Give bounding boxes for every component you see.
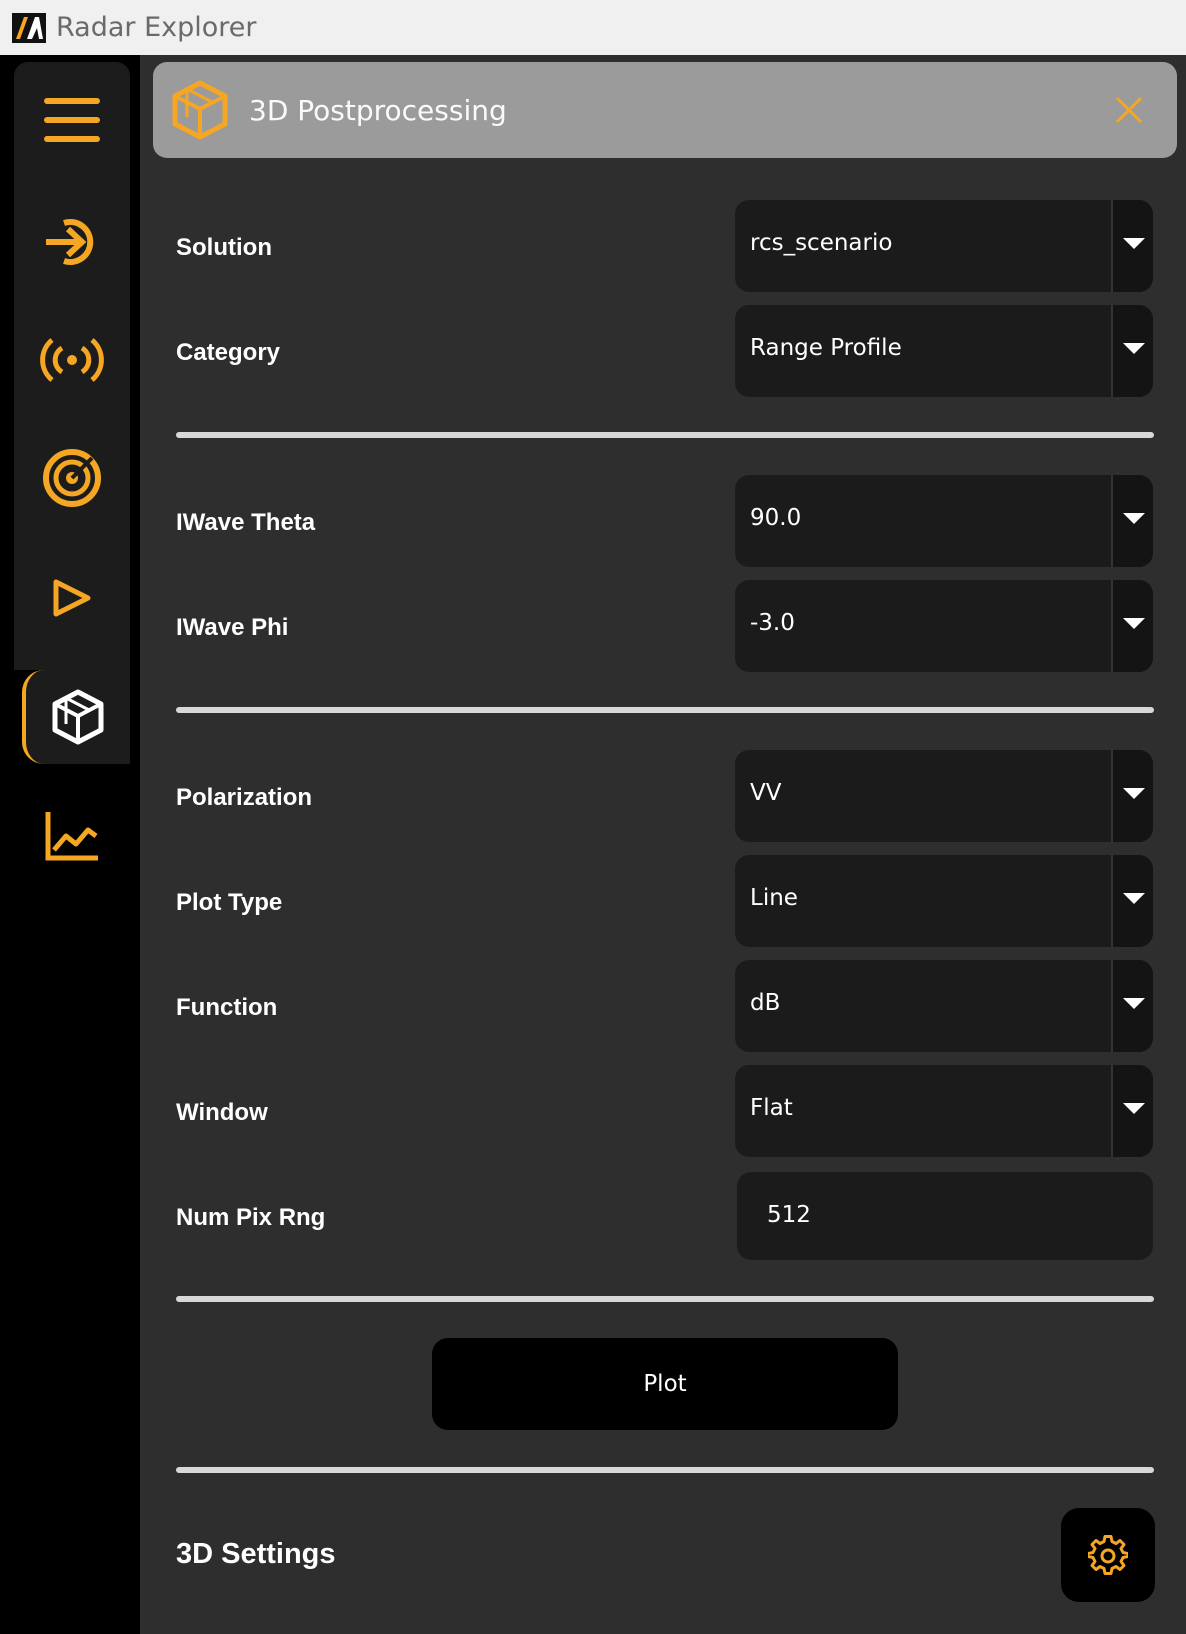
dropdown-toggle bbox=[1111, 855, 1153, 947]
cube-icon bbox=[172, 80, 228, 140]
window-title: Radar Explorer bbox=[56, 12, 257, 43]
num-pix-rng-value: 512 bbox=[767, 1202, 811, 1228]
solution-value: rcs_scenario bbox=[750, 230, 893, 256]
sidebar-item-3d-postprocessing[interactable] bbox=[22, 670, 130, 764]
dropdown-toggle bbox=[1111, 305, 1153, 397]
chevron-down-icon bbox=[1123, 343, 1145, 354]
broadcast-icon bbox=[40, 338, 104, 382]
section-divider bbox=[176, 432, 1154, 438]
dropdown-toggle bbox=[1111, 960, 1153, 1052]
category-dropdown[interactable]: Range Profile bbox=[735, 305, 1153, 397]
function-dropdown[interactable]: dB bbox=[735, 960, 1153, 1052]
chevron-down-icon bbox=[1123, 1103, 1145, 1114]
iwave-theta-label: IWave Theta bbox=[176, 509, 316, 536]
settings-title: 3D Settings bbox=[176, 1538, 336, 1570]
play-triangle-icon bbox=[53, 579, 91, 617]
sidebar-item-run[interactable] bbox=[14, 552, 130, 644]
chart-line-icon bbox=[45, 812, 98, 861]
polarization-value: VV bbox=[750, 780, 782, 806]
iwave-phi-label: IWave Phi bbox=[176, 614, 289, 641]
window-titlebar: Radar Explorer bbox=[0, 0, 1186, 55]
sidebar-item-menu[interactable] bbox=[14, 74, 130, 166]
plot-type-value: Line bbox=[750, 885, 798, 911]
hamburger-menu-icon bbox=[44, 98, 100, 142]
solution-label: Solution bbox=[176, 234, 272, 261]
chevron-down-icon bbox=[1123, 618, 1145, 629]
function-label: Function bbox=[176, 994, 278, 1021]
radar-target-icon bbox=[43, 449, 101, 507]
sidebar-item-import[interactable] bbox=[14, 196, 130, 288]
chevron-down-icon bbox=[1123, 238, 1145, 249]
dropdown-toggle bbox=[1111, 580, 1153, 672]
cube-icon bbox=[52, 689, 104, 745]
plot-button[interactable]: Plot bbox=[432, 1338, 898, 1430]
chevron-down-icon bbox=[1123, 893, 1145, 904]
num-pix-rng-input[interactable]: 512 bbox=[737, 1172, 1153, 1260]
iwave-phi-dropdown[interactable]: -3.0 bbox=[735, 580, 1153, 672]
section-divider bbox=[176, 1296, 1154, 1302]
chevron-down-icon bbox=[1123, 513, 1145, 524]
panel-header: 3D Postprocessing bbox=[153, 62, 1177, 158]
chevron-down-icon bbox=[1123, 998, 1145, 1009]
window-value: Flat bbox=[750, 1095, 793, 1121]
settings-button[interactable] bbox=[1061, 1508, 1155, 1602]
polarization-label: Polarization bbox=[176, 784, 313, 811]
chevron-down-icon bbox=[1123, 788, 1145, 799]
sidebar-item-radar[interactable] bbox=[14, 432, 130, 524]
plot-type-label: Plot Type bbox=[176, 889, 283, 916]
function-value: dB bbox=[750, 990, 781, 1016]
iwave-phi-value: -3.0 bbox=[750, 610, 795, 636]
iwave-theta-dropdown[interactable]: 90.0 bbox=[735, 475, 1153, 567]
import-arrow-icon bbox=[46, 219, 94, 265]
window-label: Window bbox=[176, 1099, 268, 1126]
num-pix-rng-label: Num Pix Rng bbox=[176, 1204, 326, 1231]
section-divider bbox=[176, 1467, 1154, 1473]
gear-icon bbox=[1088, 1535, 1128, 1575]
category-value: Range Profile bbox=[750, 335, 902, 361]
section-divider bbox=[176, 707, 1154, 713]
dropdown-toggle bbox=[1111, 475, 1153, 567]
sidebar-item-antenna[interactable] bbox=[14, 314, 130, 406]
dropdown-toggle bbox=[1111, 1065, 1153, 1157]
sidebar-item-2d-postprocessing[interactable] bbox=[14, 790, 130, 882]
panel-title: 3D Postprocessing bbox=[249, 93, 507, 127]
dropdown-toggle bbox=[1111, 200, 1153, 292]
plot-button-label: Plot bbox=[643, 1371, 687, 1397]
window-dropdown[interactable]: Flat bbox=[735, 1065, 1153, 1157]
polarization-dropdown[interactable]: VV bbox=[735, 750, 1153, 842]
close-icon bbox=[1115, 96, 1143, 124]
close-button[interactable] bbox=[1109, 90, 1149, 130]
solution-dropdown[interactable]: rcs_scenario bbox=[735, 200, 1153, 292]
category-label: Category bbox=[176, 339, 281, 366]
dropdown-toggle bbox=[1111, 750, 1153, 842]
plot-type-dropdown[interactable]: Line bbox=[735, 855, 1153, 947]
app-logo-icon bbox=[12, 12, 46, 43]
iwave-theta-value: 90.0 bbox=[750, 505, 802, 531]
